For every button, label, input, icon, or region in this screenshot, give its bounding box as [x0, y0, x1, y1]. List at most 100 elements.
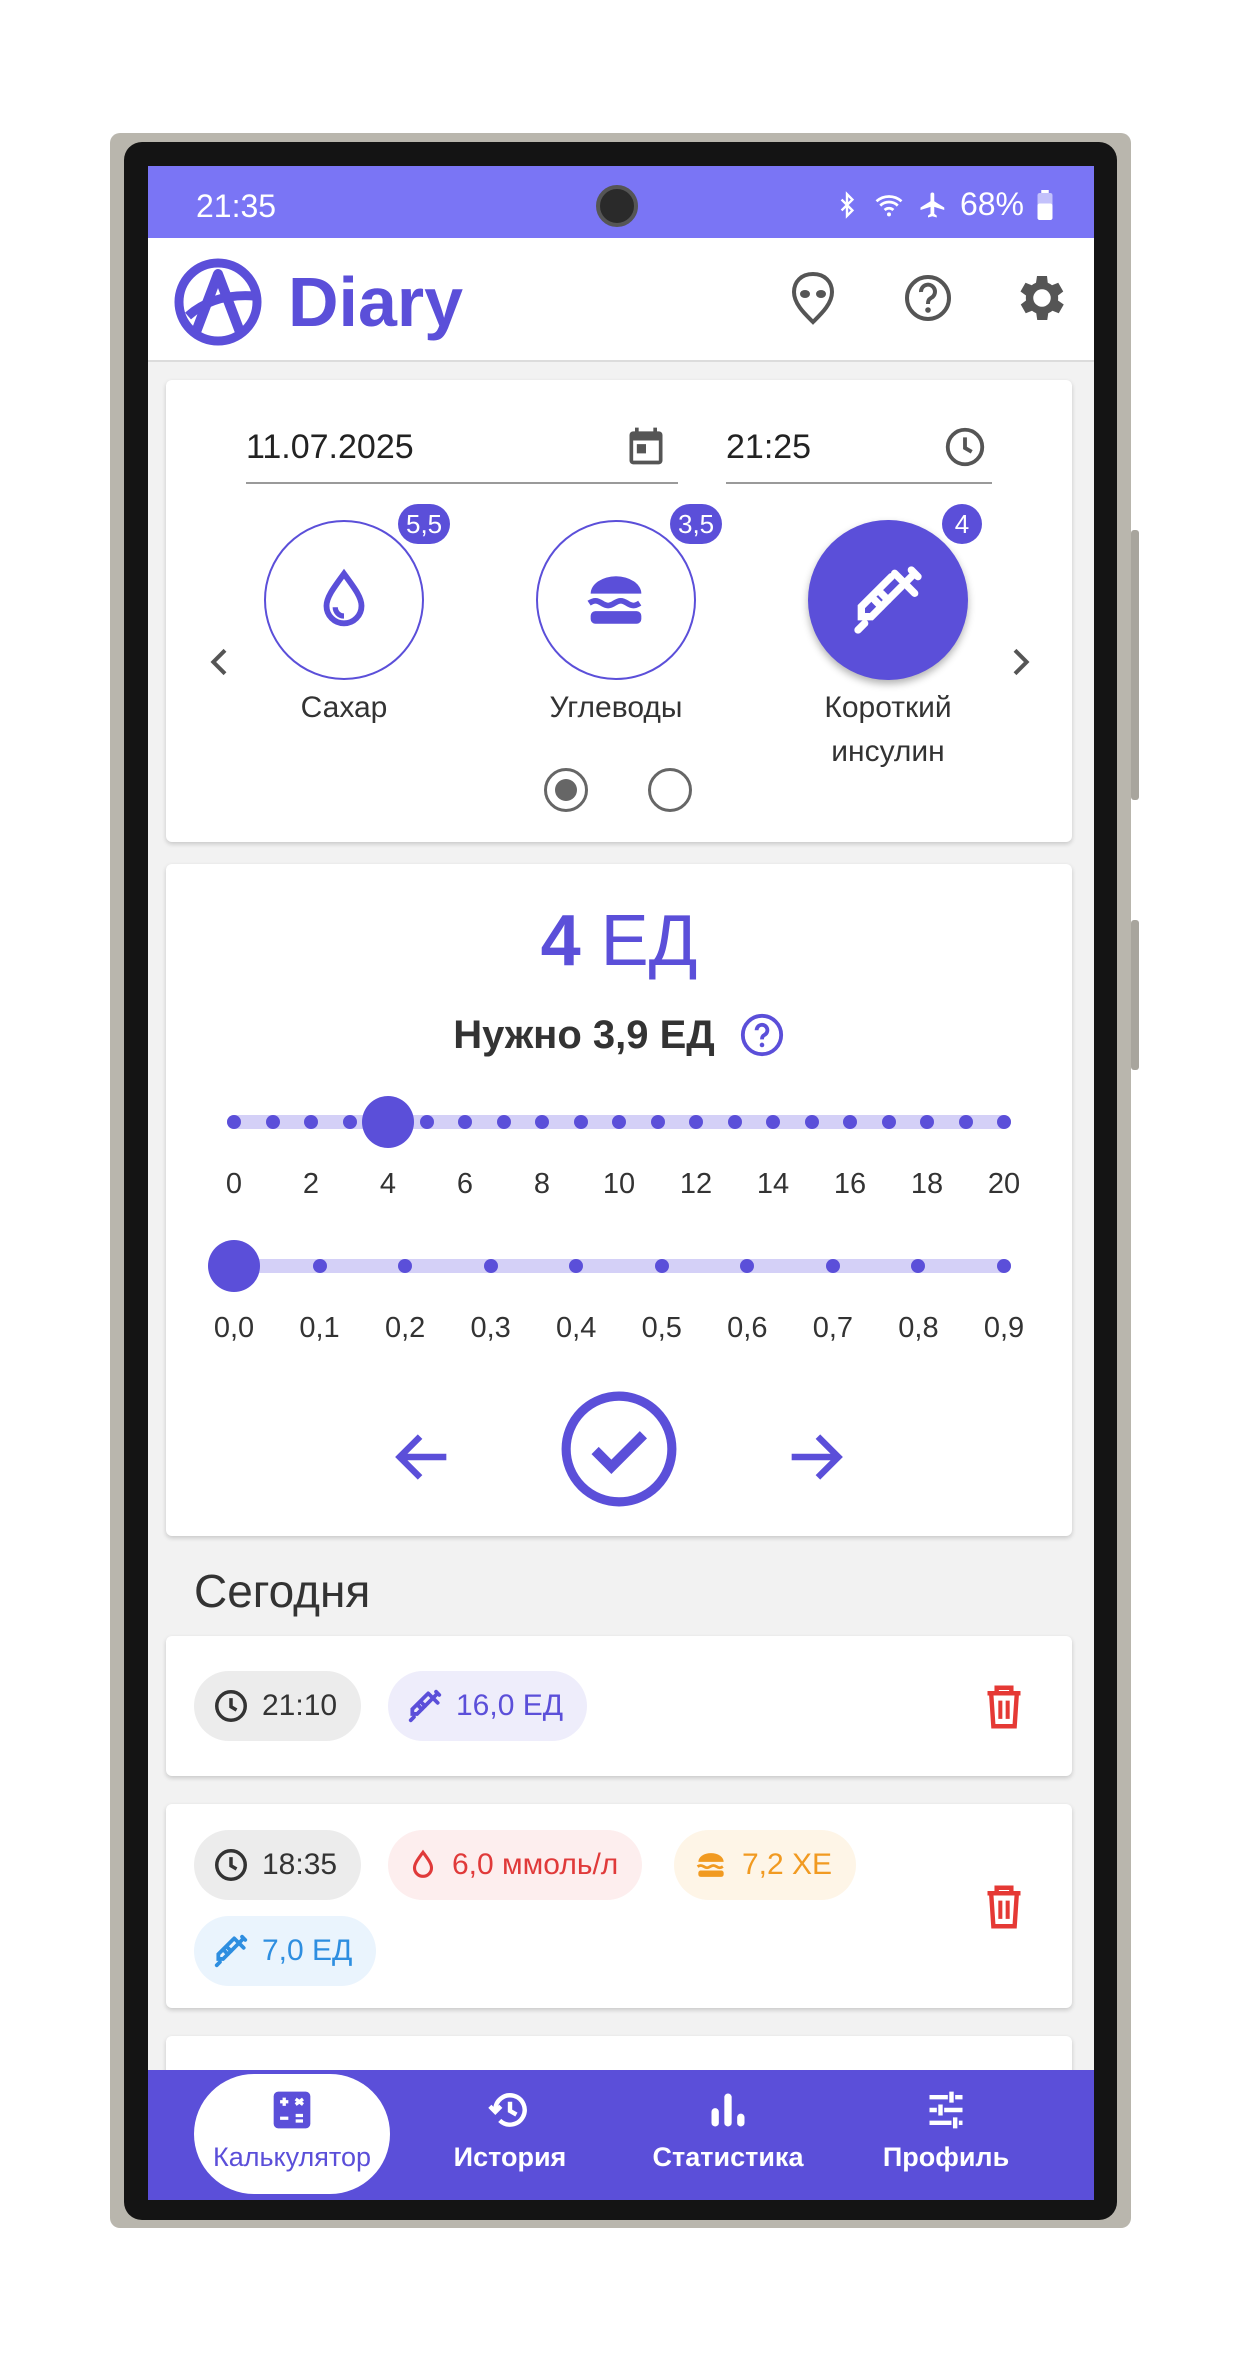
decimal-slider-step-dot — [997, 1259, 1011, 1273]
sugar-value: 6,0 ммоль/л — [452, 1848, 619, 1881]
integer-slider-step-dot — [265, 1115, 280, 1129]
record-card[interactable]: 18:35 6,0 ммоль/л 7,2 ХЕ 7,0 ЕД — [166, 1804, 1072, 2008]
carbs-badge: 3,5 — [670, 504, 723, 544]
short-insulin-chip: 16,0 ЕД — [388, 1671, 588, 1741]
integer-slider-step-dot — [342, 1115, 357, 1129]
decimal-slider-tick-label: 0,4 — [556, 1312, 597, 1344]
chevron-left-icon[interactable] — [200, 642, 240, 682]
nav-profile[interactable]: Профиль — [846, 2070, 1046, 2200]
integer-slider-step-dot — [612, 1115, 626, 1129]
nav-history[interactable]: История — [410, 2070, 610, 2200]
long-insulin-chip: 7,0 ЕД — [194, 1916, 377, 1986]
wifi-icon — [875, 194, 903, 216]
alien-icon[interactable] — [783, 268, 843, 328]
carbs-value: 7,2 ХЕ — [742, 1848, 833, 1881]
chevron-right-icon[interactable] — [1000, 642, 1040, 682]
syringe-icon — [214, 1934, 248, 1968]
front-camera — [596, 185, 638, 227]
airplane-icon — [920, 192, 945, 217]
phone-side-button — [1131, 530, 1139, 800]
app-title: Diary — [288, 263, 464, 341]
drop-icon — [412, 1849, 434, 1878]
record-card[interactable]: 21:10 16,0 ЕД — [166, 1636, 1072, 1776]
arrow-right-icon[interactable] — [780, 1422, 850, 1492]
bottom-navigation: Калькулятор История Статистика Профиль — [148, 2070, 1094, 2200]
integer-slider-tick-label: 20 — [987, 1168, 1021, 1200]
status-time: 21:35 — [196, 188, 277, 224]
integer-slider-step-dot — [804, 1115, 819, 1129]
nav-statistics[interactable]: Статистика — [628, 2070, 828, 2200]
decimal-slider-tick-label: 0,1 — [299, 1312, 340, 1344]
nav-statistics-label: Статистика — [652, 2142, 804, 2172]
need-text: Нужно 3,9 ЕД — [453, 1012, 715, 1057]
long-insulin-value: 7,0 ЕД — [262, 1934, 353, 1967]
decimal-slider-tick-label: 0,3 — [470, 1312, 511, 1344]
decimal-slider-step-dot — [911, 1259, 926, 1273]
help-icon[interactable] — [898, 268, 958, 328]
battery-percent: 68% — [959, 186, 1024, 222]
nav-calculator-label: Калькулятор — [212, 2142, 372, 2172]
decimal-slider-track[interactable] — [227, 1259, 1011, 1273]
integer-slider-thumb[interactable] — [362, 1096, 414, 1148]
integer-slider-track[interactable] — [227, 1115, 1011, 1129]
decimal-slider-step-dot — [654, 1259, 669, 1273]
integer-slider-tick-label: 6 — [456, 1168, 474, 1200]
phone-side-button — [1131, 920, 1139, 1070]
dose-unit: ЕД — [600, 901, 698, 981]
decimal-slider-tick-label: 0,8 — [898, 1312, 939, 1344]
delete-trash-icon[interactable] — [982, 1682, 1026, 1732]
delete-trash-icon[interactable] — [982, 1882, 1026, 1932]
category-carbs-button[interactable] — [536, 520, 696, 680]
arrow-left-icon[interactable] — [388, 1422, 458, 1492]
integer-slider-step-dot — [458, 1115, 472, 1129]
nav-profile-label: Профиль — [882, 2142, 1010, 2172]
decimal-slider-tick-label: 0,0 — [213, 1312, 255, 1344]
screen: 21:35 68% Diary 11.07.2025 21:25 5,5 Сах… — [148, 166, 1094, 2200]
decimal-slider-step-dot — [227, 1259, 241, 1273]
integer-slider-tick-label: 16 — [833, 1168, 867, 1200]
integer-slider-tick-label: 12 — [679, 1168, 713, 1200]
bar-chart-icon — [711, 2093, 745, 2127]
integer-slider-step-dot — [920, 1115, 934, 1129]
battery-icon — [1037, 189, 1053, 220]
integer-slider-tick-label: 2 — [302, 1168, 320, 1200]
integer-slider-step-dot — [304, 1115, 318, 1129]
record-time-chip: 18:35 — [194, 1830, 362, 1900]
entry-card: 11.07.2025 21:25 5,5 Сахар 3,5 Углеводы … — [166, 380, 1072, 842]
clock-icon[interactable] — [942, 424, 988, 470]
short-insulin-badge: 4 — [942, 504, 982, 544]
dose-card: 4 ЕД Нужно 3,9 ЕД 0 2 4 6 8 10 12 14 16 18 20 0,0 0… — [166, 864, 1072, 1536]
page-indicator-1[interactable] — [544, 768, 588, 812]
need-help-icon[interactable] — [739, 1012, 785, 1058]
calendar-icon[interactable] — [624, 424, 668, 468]
category-sugar-label: Сахар — [300, 691, 388, 724]
sliders-icon — [929, 2091, 963, 2129]
record-time: 21:10 — [262, 1689, 338, 1722]
decimal-slider-tick-label: 0,2 — [384, 1312, 426, 1344]
category-sugar-button[interactable] — [264, 520, 424, 680]
confirm-check-icon[interactable] — [558, 1388, 680, 1510]
integer-slider-tick-label: 0 — [225, 1168, 243, 1200]
need-row: Нужно 3,9 ЕД — [166, 1012, 1072, 1058]
integer-slider-step-dot — [843, 1115, 857, 1129]
bluetooth-icon — [840, 190, 855, 219]
dose-number: 4 — [540, 901, 581, 981]
settings-gear-icon[interactable] — [1012, 268, 1072, 328]
time-field[interactable]: 21:25 — [726, 428, 811, 467]
category-short-insulin-button[interactable] — [808, 520, 968, 680]
decimal-slider-tick-label: 0,6 — [727, 1312, 768, 1344]
category-short-insulin-label: Короткий инсулин — [768, 686, 1008, 774]
today-title: Сегодня — [194, 1565, 371, 1617]
decimal-slider-tick-label: 0,5 — [641, 1312, 682, 1344]
integer-slider-step-dot — [535, 1115, 549, 1129]
decimal-slider-tick-label: 0,9 — [983, 1312, 1025, 1344]
integer-slider-step-dot — [419, 1115, 434, 1129]
history-icon — [488, 2093, 527, 2127]
short-insulin-label-line2: инсулин — [831, 735, 945, 768]
page-indicator-2[interactable] — [648, 768, 692, 812]
date-field[interactable]: 11.07.2025 — [246, 428, 414, 467]
decimal-slider-thumb[interactable] — [208, 1240, 260, 1292]
sugar-chip: 6,0 ммоль/л — [388, 1830, 643, 1900]
syringe-icon — [854, 566, 922, 634]
nav-calculator[interactable]: Калькулятор — [192, 2070, 392, 2200]
